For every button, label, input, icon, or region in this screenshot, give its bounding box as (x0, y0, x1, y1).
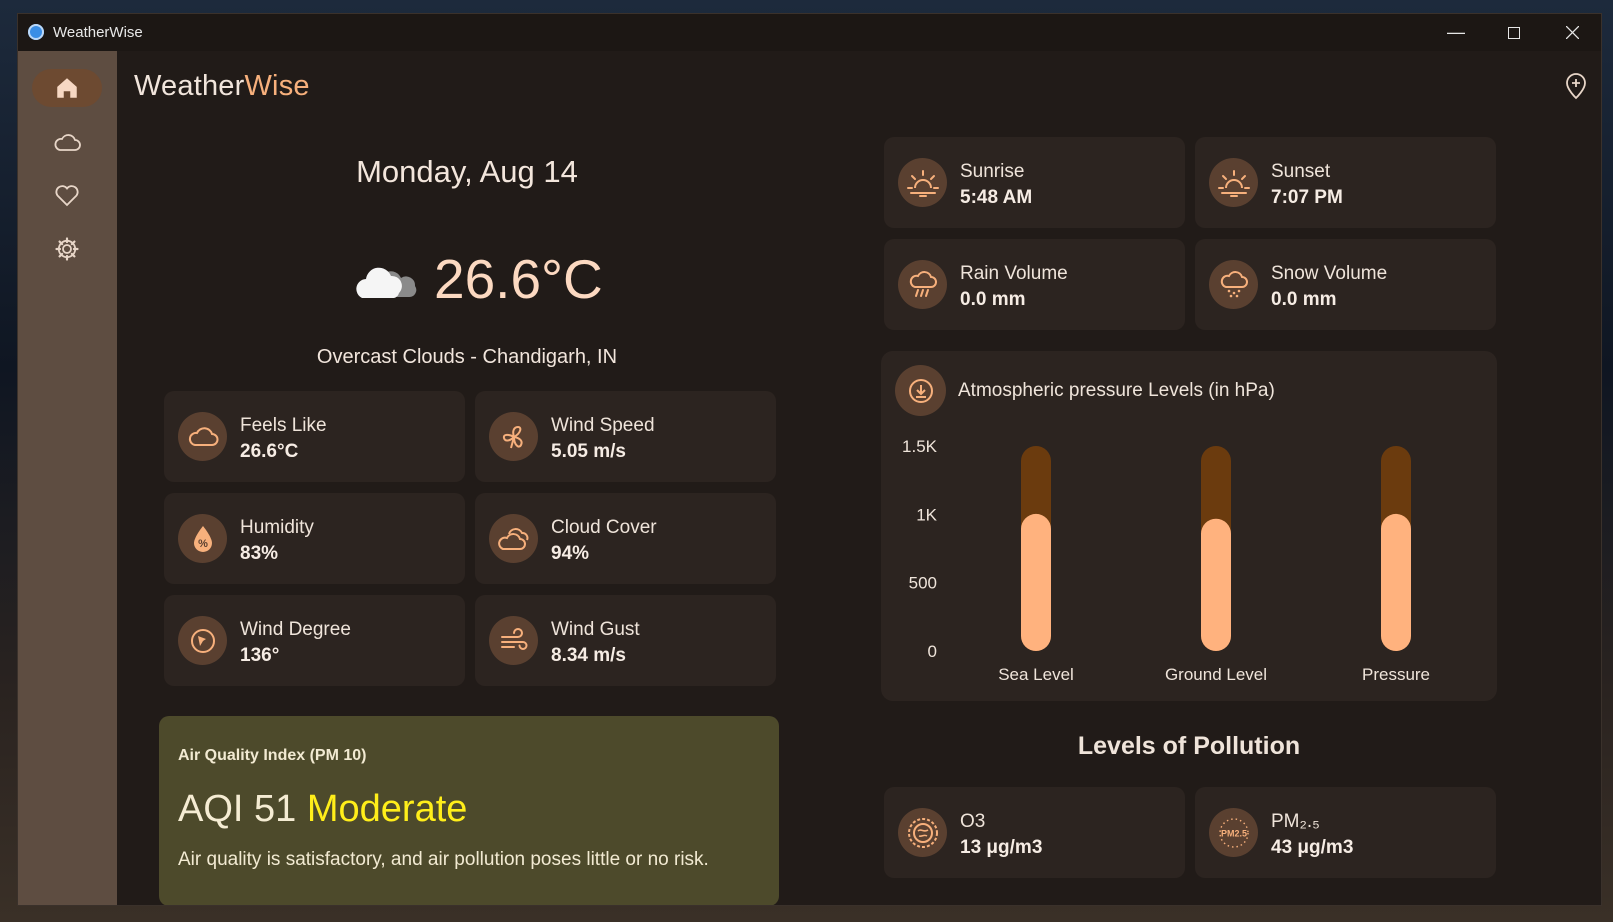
wind-degree-card: Wind Degree 136° (164, 595, 465, 686)
pm25-label: PM₂.₅ (1271, 811, 1320, 832)
title-bar: WeatherWise — (18, 14, 1601, 51)
rain-volume-label: Rain Volume (960, 263, 1068, 284)
current-temperature: 26.6°C (434, 247, 603, 310)
ozone-icon (898, 808, 947, 857)
x-category-label: Sea Level (998, 665, 1074, 684)
wind-speed-card: Wind Speed 5.05 m/s (475, 391, 776, 482)
wind-icon (489, 616, 538, 665)
bar-1 (1201, 518, 1231, 651)
svg-text:%: % (198, 538, 208, 550)
pollution-title: Levels of Pollution (1077, 732, 1301, 760)
cloud-cover-card: Cloud Cover 94% (475, 493, 776, 584)
snow-volume-value: 0.0 mm (1271, 289, 1337, 310)
aqi-heading: Air Quality Index (PM 10) (178, 747, 367, 764)
sunset-value: 7:07 PM (1271, 187, 1343, 208)
bar-0 (1021, 513, 1051, 651)
maximize-icon (1508, 26, 1520, 39)
wind-degree-label: Wind Degree (240, 619, 351, 640)
cloud-cover-value: 94% (551, 543, 590, 564)
wind-gust-value: 8.34 m/s (551, 645, 626, 666)
sidebar-item-home[interactable] (32, 69, 102, 107)
wind-gust-card: Wind Gust 8.34 m/s (475, 595, 776, 686)
feels-like-value: 26.6°C (240, 441, 299, 462)
app-brand: WeatherWise (134, 70, 310, 102)
o3-card: O3 13 μg/m3 (884, 787, 1185, 878)
snow-icon (1209, 260, 1258, 309)
sunset-icon (1209, 158, 1258, 207)
gear-icon (55, 237, 79, 261)
aqi-value: AQI 51 Moderate (178, 788, 468, 830)
fan-icon (489, 412, 538, 461)
air-quality-card: Air Quality Index (PM 10) AQI 51 Moderat… (159, 716, 779, 905)
weather-condition-location: Overcast Clouds - Chandigarh, IN (316, 346, 618, 368)
wind-degree-value: 136° (240, 645, 280, 666)
sidebar-item-cloud[interactable] (32, 123, 102, 161)
main-content: WeatherWise Monday, Aug 14 26.6°C Overca… (117, 51, 1601, 905)
compass-icon (178, 616, 227, 665)
humidity-card: % Humidity 83% (164, 493, 465, 584)
bar-2 (1381, 513, 1411, 651)
home-icon (57, 78, 77, 98)
humidity-value: 83% (240, 543, 279, 564)
sunrise-label: Sunrise (960, 161, 1025, 182)
clouds-icon (489, 514, 538, 563)
svg-text:PM2.5: PM2.5 (1220, 828, 1246, 838)
rain-volume-card: Rain Volume 0.0 mm (884, 239, 1185, 330)
pm25-value: 43 μg/m3 (1271, 837, 1354, 858)
pm25-card: PM2.5 PM₂.₅ 43 μg/m3 (1195, 787, 1496, 878)
humidity-label: Humidity (240, 517, 314, 538)
temperature-row: 26.6°C (352, 241, 603, 316)
sidebar-item-favorites[interactable] (32, 177, 102, 215)
humidity-drop-icon: % (178, 514, 227, 563)
current-date: Monday, Aug 14 (356, 154, 578, 189)
x-category-label: Ground Level (1165, 665, 1267, 684)
feels-like-card: Feels Like 26.6°C (164, 391, 465, 482)
overcast-clouds-icon (356, 267, 417, 298)
o3-label: O3 (960, 811, 986, 832)
aqi-level: Moderate (306, 788, 468, 830)
sunset-label: Sunset (1271, 161, 1331, 182)
pressure-chart-card: Atmospheric pressure Levels (in hPa) 1.5… (881, 351, 1497, 701)
rain-volume-value: 0.0 mm (960, 289, 1026, 310)
aqi-description: Air quality is satisfactory, and air pol… (178, 849, 709, 870)
pm25-icon: PM2.5 (1209, 808, 1258, 857)
o3-value: 13 μg/m3 (960, 837, 1043, 858)
pressure-chart: 1.5K 1K 500 0 Sea Level Ground Level Pressure (902, 437, 1430, 684)
wind-speed-label: Wind Speed (551, 415, 655, 436)
close-button[interactable] (1543, 14, 1601, 51)
cloud-cover-label: Cloud Cover (551, 517, 657, 538)
wind-speed-value: 5.05 m/s (551, 441, 626, 462)
sidebar-item-settings[interactable] (32, 230, 102, 268)
x-category-label: Pressure (1362, 665, 1430, 684)
sunset-card: Sunset 7:07 PM (1195, 137, 1496, 228)
sunrise-value: 5:48 AM (960, 187, 1033, 208)
y-tick-label: 500 (909, 574, 937, 593)
minimize-button[interactable]: — (1427, 14, 1485, 51)
y-tick-label: 1.5K (902, 437, 938, 456)
y-tick-label: 0 (928, 642, 937, 661)
cloud-icon (178, 412, 227, 461)
window-title: WeatherWise (53, 24, 143, 41)
add-location-icon[interactable] (1561, 71, 1591, 101)
snow-volume-label: Snow Volume (1271, 263, 1388, 284)
close-icon (1565, 26, 1579, 39)
sunrise-icon (898, 158, 947, 207)
app-window: WeatherWise — WeatherWise Monday, Aug 14… (17, 13, 1602, 906)
heart-icon (55, 185, 79, 207)
sidebar (18, 51, 117, 905)
feels-like-label: Feels Like (240, 415, 327, 436)
sunrise-card: Sunrise 5:48 AM (884, 137, 1185, 228)
rain-icon (898, 260, 947, 309)
app-logo-icon (28, 24, 44, 40)
cloud-icon (54, 134, 81, 151)
maximize-button[interactable] (1485, 14, 1543, 51)
wind-gust-label: Wind Gust (551, 619, 640, 640)
snow-volume-card: Snow Volume 0.0 mm (1195, 239, 1496, 330)
y-tick-label: 1K (916, 505, 937, 524)
